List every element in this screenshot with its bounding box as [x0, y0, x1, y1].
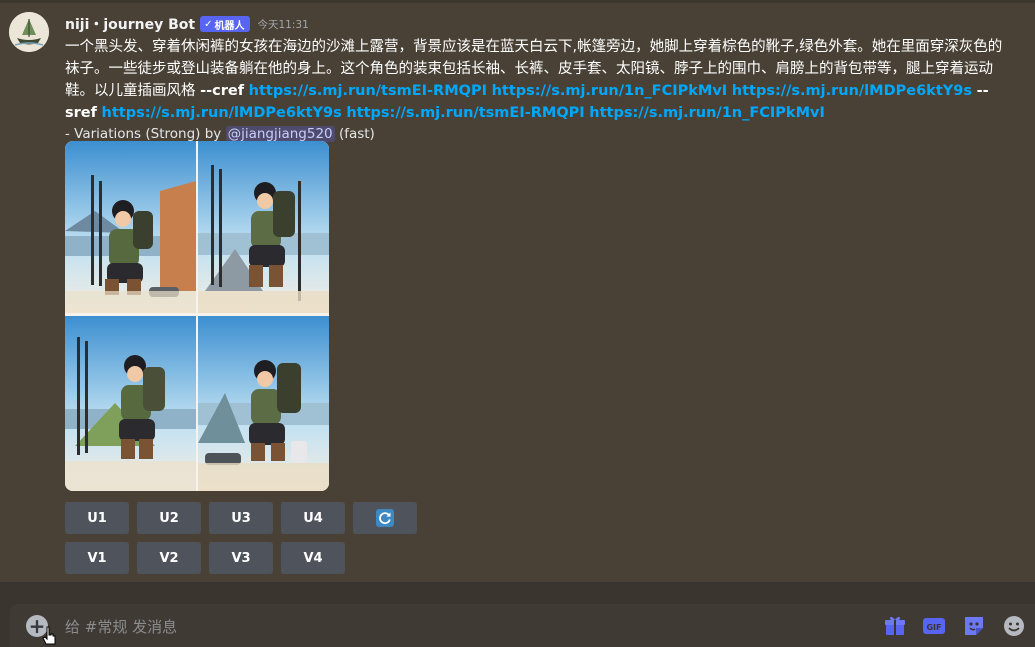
upscale-button-1[interactable]: U1 — [65, 502, 129, 534]
gift-icon[interactable] — [883, 614, 907, 638]
upscale-button-4[interactable]: U4 — [281, 502, 345, 534]
image-tile-1 — [65, 141, 196, 313]
variation-button-1[interactable]: V1 — [65, 542, 129, 574]
cref-link-2[interactable]: https://s.mj.run/1n_FCIPkMvI — [492, 83, 728, 99]
avatar[interactable] — [9, 12, 49, 52]
sref-link-2[interactable]: https://s.mj.run/tsmEI-RMQPI — [346, 105, 584, 121]
bot-tag: ✓ 机器人 — [200, 16, 250, 32]
image-tile-3 — [65, 316, 196, 491]
message-input-placeholder: 给 #常规 发消息 — [65, 618, 178, 636]
cursor-hand-icon — [42, 626, 56, 645]
generated-image-grid[interactable] — [65, 141, 329, 491]
image-tile-4 — [198, 316, 329, 491]
variation-button-2[interactable]: V2 — [137, 542, 201, 574]
bot-tag-label: 机器人 — [214, 20, 245, 32]
message-header: niji・journey Bot ✓ 机器人 今天11:31 — [65, 15, 309, 33]
refresh-icon — [376, 509, 394, 527]
variation-button-4[interactable]: V4 — [281, 542, 345, 574]
reroll-button[interactable] — [353, 502, 417, 534]
sticker-icon[interactable] — [962, 614, 986, 638]
variation-prefix: - Variations (Strong) by — [65, 126, 222, 142]
image-tile-2 — [198, 141, 329, 313]
variation-suffix: (fast) — [338, 126, 375, 142]
check-icon: ✓ — [204, 18, 213, 30]
upscale-button-3[interactable]: U3 — [209, 502, 273, 534]
sref-link-1[interactable]: https://s.mj.run/lMDPe6ktY9s — [102, 105, 342, 121]
gif-icon[interactable]: GIF — [922, 614, 946, 638]
author-name[interactable]: niji・journey Bot — [65, 14, 195, 34]
cref-link-3[interactable]: https://s.mj.run/lMDPe6ktY9s — [732, 83, 972, 99]
variation-button-3[interactable]: V3 — [209, 542, 273, 574]
gif-icon-label: GIF — [926, 623, 941, 632]
previous-message-edge — [0, 0, 1035, 3]
upscale-button-2[interactable]: U2 — [137, 502, 201, 534]
user-mention[interactable]: @jiangjiang520 — [225, 126, 335, 142]
message-content: 一个黑头发、穿着休闲裤的女孩在海边的沙滩上露营，背景应该是在蓝天白云下,帐篷旁边… — [65, 36, 1005, 124]
cref-link-1[interactable]: https://s.mj.run/tsmEI-RMQPI — [249, 83, 487, 99]
timestamp[interactable]: 今天11:31 — [258, 17, 309, 32]
sref-link-3[interactable]: https://s.mj.run/1n_FCIPkMvI — [589, 105, 825, 121]
cref-flag: --cref — [200, 83, 245, 99]
emoji-icon[interactable] — [1002, 614, 1026, 638]
